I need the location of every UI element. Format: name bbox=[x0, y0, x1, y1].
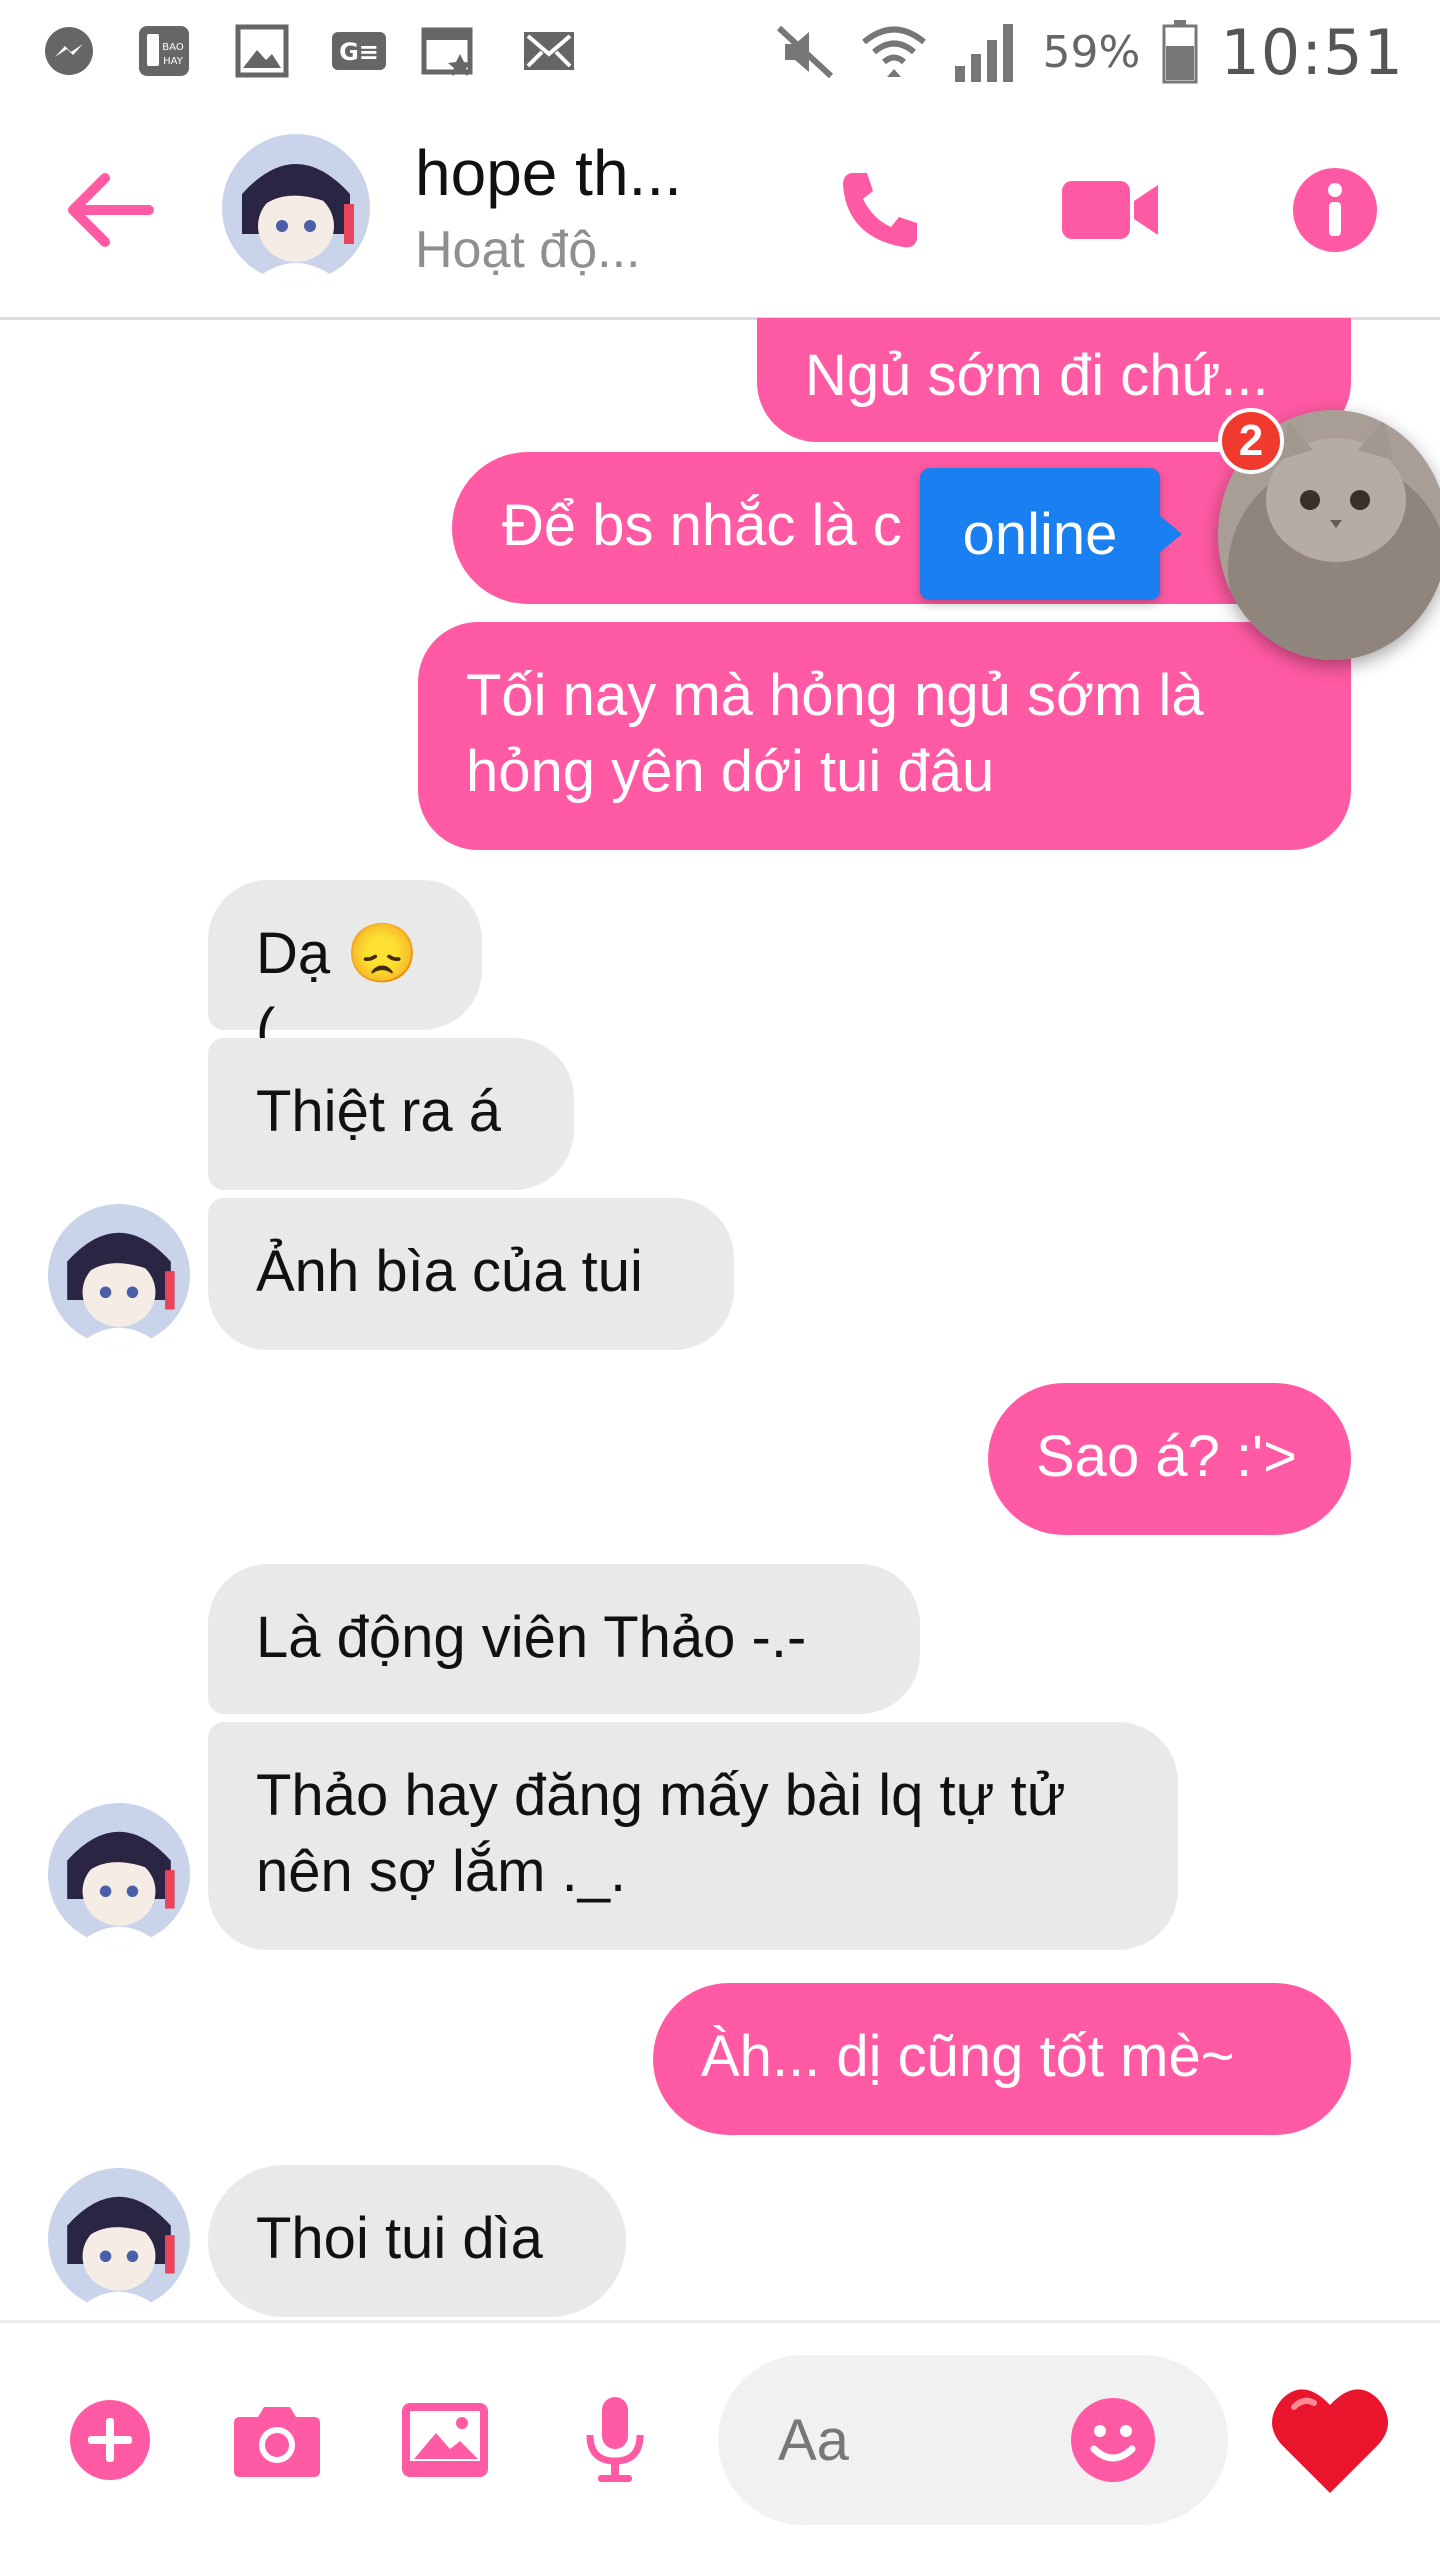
video-camera-icon bbox=[1062, 181, 1158, 239]
message-input[interactable] bbox=[778, 2395, 1078, 2485]
message-out[interactable]: Để bs nhắc là c bbox=[452, 452, 1351, 604]
messenger-icon bbox=[45, 27, 93, 75]
phone-icon bbox=[843, 173, 917, 248]
svg-text:BAO: BAO bbox=[162, 42, 184, 53]
info-icon bbox=[1293, 168, 1377, 252]
avatar-image bbox=[48, 1803, 190, 1945]
gallery-icon bbox=[235, 24, 289, 78]
contact-avatar-small[interactable] bbox=[48, 1204, 190, 1346]
wifi-icon bbox=[861, 26, 926, 77]
info-button[interactable] bbox=[1285, 160, 1385, 260]
back-button[interactable] bbox=[60, 160, 160, 260]
battery-icon bbox=[1162, 20, 1198, 84]
message-out[interactable]: Sao á? :'> bbox=[988, 1383, 1351, 1535]
mute-icon bbox=[776, 25, 833, 79]
voice-call-button[interactable] bbox=[830, 160, 930, 260]
message-out[interactable]: Àh... dị cũng tốt mè~ bbox=[653, 1983, 1351, 2135]
contact-avatar[interactable] bbox=[222, 134, 370, 282]
contact-name[interactable]: hope th... bbox=[415, 136, 682, 210]
message-in[interactable]: Thảo hay đăng mấy bài lq tự tử nên sợ lắ… bbox=[208, 1722, 1178, 1950]
svg-text:G≡: G≡ bbox=[339, 38, 379, 66]
message-out[interactable]: Tối nay mà hỏng ngủ sớm là hỏng yên dới … bbox=[418, 622, 1351, 850]
gallery-button[interactable] bbox=[390, 2385, 500, 2495]
unread-badge: 2 bbox=[1218, 408, 1284, 474]
avatar-image bbox=[222, 134, 370, 282]
smiley-icon bbox=[1071, 2398, 1155, 2482]
svg-text:HAY: HAY bbox=[163, 56, 184, 67]
avatar-image bbox=[48, 1204, 190, 1346]
message-in[interactable]: Thiệt ra á bbox=[208, 1038, 574, 1190]
camera-button[interactable] bbox=[222, 2385, 332, 2495]
baohay-icon: BAO HAY bbox=[139, 26, 189, 76]
voice-message-button[interactable] bbox=[560, 2385, 670, 2495]
conversation-header: hope th... Hoạt độ... bbox=[0, 100, 1440, 320]
contact-avatar-small[interactable] bbox=[48, 2168, 190, 2310]
photo-icon bbox=[402, 2403, 488, 2477]
calendar-star-icon bbox=[421, 27, 473, 76]
mail-icon bbox=[524, 32, 574, 70]
message-in[interactable]: Là động viên Thảo -.- bbox=[208, 1564, 920, 1714]
signal-icon bbox=[954, 24, 1013, 82]
back-arrow-icon bbox=[68, 173, 154, 247]
microphone-icon bbox=[586, 2397, 644, 2482]
battery-percent: 59% bbox=[1042, 26, 1141, 78]
emoji-button[interactable] bbox=[1068, 2395, 1158, 2485]
clock: 10:51 bbox=[1220, 15, 1404, 89]
contact-status: Hoạt độ... bbox=[415, 221, 641, 279]
heart-icon bbox=[1272, 2389, 1388, 2493]
plus-icon bbox=[70, 2400, 150, 2480]
message-in[interactable]: Dạ 😞( bbox=[208, 880, 482, 1062]
ge-icon: G≡ bbox=[332, 32, 386, 70]
message-in[interactable]: Thoi tui dìa bbox=[208, 2165, 626, 2317]
more-actions-button[interactable] bbox=[55, 2385, 165, 2495]
status-bar: BAO HAY G≡ 59% 10:51 bbox=[0, 0, 1440, 100]
avatar-image bbox=[48, 2168, 190, 2310]
message-in[interactable]: Ảnh bìa của tui bbox=[208, 1198, 734, 1350]
camera-icon bbox=[234, 2407, 320, 2477]
video-call-button[interactable] bbox=[1060, 160, 1160, 260]
status-right: 59% 10:51 bbox=[773, 14, 1404, 90]
message-input-field[interactable] bbox=[718, 2355, 1228, 2525]
like-heart-button[interactable] bbox=[1265, 2375, 1395, 2505]
contact-avatar-small[interactable] bbox=[48, 1803, 190, 1945]
online-tooltip: online bbox=[920, 468, 1182, 600]
